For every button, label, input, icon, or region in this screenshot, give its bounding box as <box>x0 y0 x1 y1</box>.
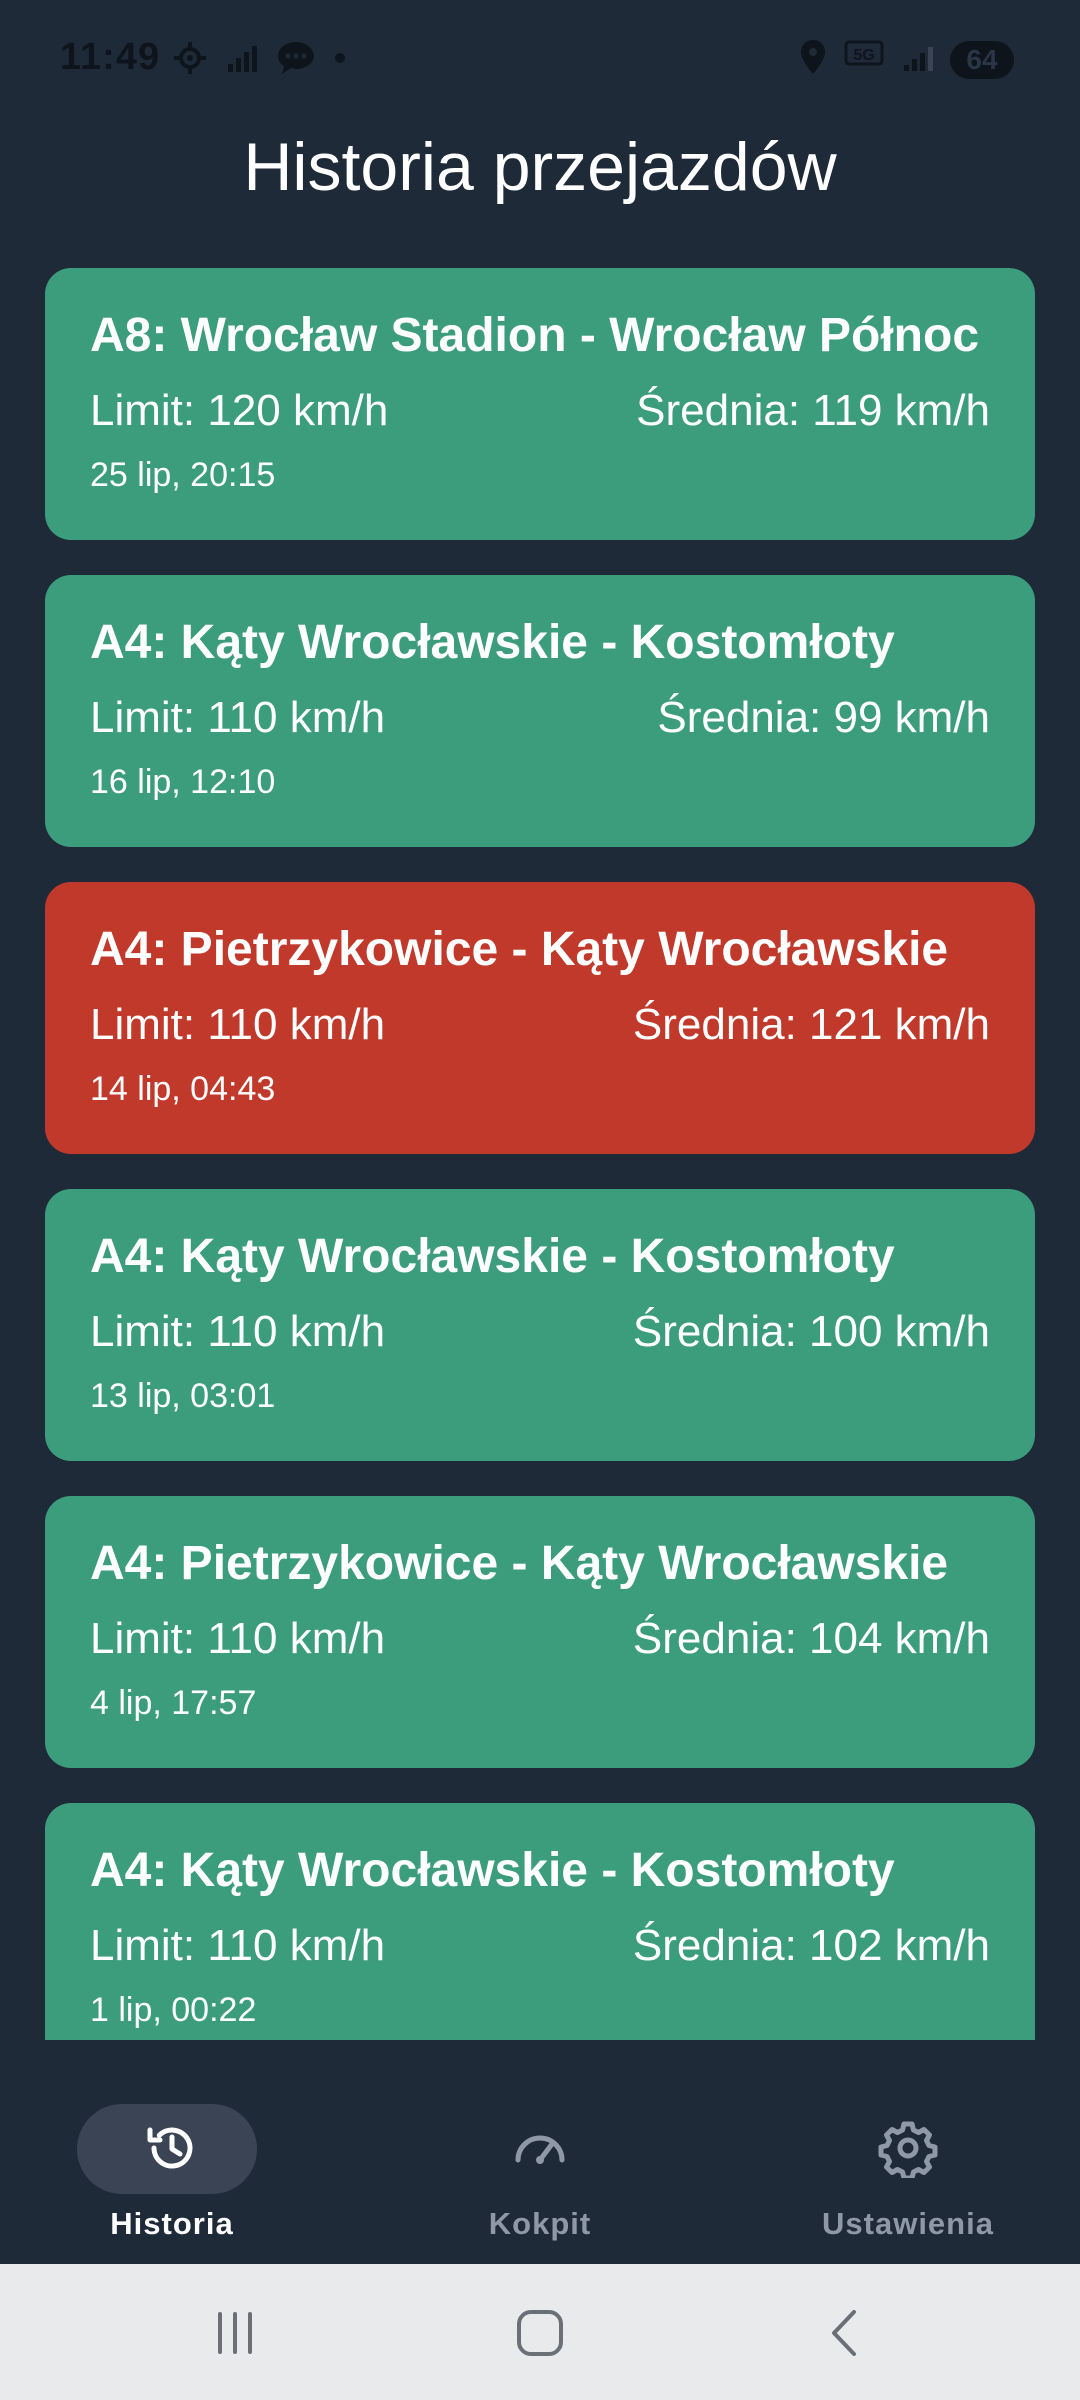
nav-label-kokpit: Kokpit <box>488 2206 592 2241</box>
page-title: Historia przejazdów <box>243 129 837 205</box>
home-icon[interactable] <box>515 2308 565 2363</box>
trip-average: Średnia: 119 km/h <box>636 386 990 435</box>
status-left-icons <box>172 40 348 81</box>
battery-icon: 64 <box>950 40 1014 79</box>
trip-limit: Limit: 110 km/h <box>90 1921 386 1970</box>
trip-title: A4: Kąty Wrocławskie - Kostomłoty <box>90 1844 895 1897</box>
trip-average: Średnia: 102 km/h <box>632 1921 990 1970</box>
location-target-icon <box>172 40 208 81</box>
nav-label-historia: Historia <box>110 2206 234 2241</box>
trip-card[interactable]: A4: Kąty Wrocławskie - Kostomłoty Limit:… <box>45 1803 1035 2040</box>
trip-title: A4: Kąty Wrocławskie - Kostomłoty <box>90 616 895 669</box>
svg-text:5G: 5G <box>853 47 874 64</box>
system-navigation-bar <box>0 2264 1080 2400</box>
trip-limit: Limit: 110 km/h <box>90 1614 386 1663</box>
trip-limit: Limit: 110 km/h <box>90 1307 386 1356</box>
message-bubble-icon <box>276 40 316 81</box>
5g-icon: 5G <box>844 38 884 81</box>
speedometer-icon <box>510 2118 570 2183</box>
signal-icon <box>900 39 934 80</box>
nav-ustawienia[interactable]: Ustawienia <box>778 2070 1038 2241</box>
trip-date: 16 lip, 12:10 <box>90 763 276 801</box>
gear-icon <box>878 2118 938 2183</box>
trip-card[interactable]: A8: Wrocław Stadion - Wrocław Północ Lim… <box>45 268 1035 540</box>
trip-title: A4: Pietrzykowice - Kąty Wrocławskie <box>90 923 949 976</box>
trip-title: A4: Kąty Wrocławskie - Kostomłoty <box>90 1230 895 1283</box>
trip-list[interactable]: A8: Wrocław Stadion - Wrocław Północ Lim… <box>45 268 1035 2040</box>
trip-card[interactable]: A4: Pietrzykowice - Kąty Wrocławskie Lim… <box>45 882 1035 1154</box>
dot-icon <box>332 40 348 81</box>
trip-title: A8: Wrocław Stadion - Wrocław Północ <box>90 309 980 362</box>
battery-level: 64 <box>966 43 998 75</box>
trip-date: 1 lip, 00:22 <box>90 1991 257 2029</box>
trip-date: 25 lip, 20:15 <box>90 456 276 494</box>
status-bar: 11:49 5G 64 <box>0 0 1080 120</box>
trip-limit: Limit: 120 km/h <box>90 386 389 435</box>
bottom-navigation: Historia Kokpit Ustawienia <box>0 2040 1080 2264</box>
location-pin-icon <box>798 38 828 81</box>
back-icon[interactable] <box>820 2308 870 2363</box>
trip-limit: Limit: 110 km/h <box>90 693 386 742</box>
status-right-icons: 5G 64 <box>798 38 1014 81</box>
trip-card[interactable]: A4: Kąty Wrocławskie - Kostomłoty Limit:… <box>45 1189 1035 1461</box>
trip-average: Średnia: 100 km/h <box>632 1307 990 1356</box>
trip-date: 14 lip, 04:43 <box>90 1070 276 1108</box>
recents-icon[interactable] <box>210 2308 260 2363</box>
trip-average: Średnia: 104 km/h <box>632 1614 990 1663</box>
history-icon <box>142 2118 202 2183</box>
trip-card[interactable]: A4: Kąty Wrocławskie - Kostomłoty Limit:… <box>45 575 1035 847</box>
trip-card[interactable]: A4: Pietrzykowice - Kąty Wrocławskie Lim… <box>45 1496 1035 1768</box>
trip-average: Średnia: 121 km/h <box>632 1000 990 1049</box>
nav-kokpit[interactable]: Kokpit <box>410 2070 670 2241</box>
no-signal-icon <box>224 40 260 81</box>
trip-limit: Limit: 110 km/h <box>90 1000 386 1049</box>
nav-historia[interactable]: Historia <box>42 2070 302 2241</box>
nav-label-ustawienia: Ustawienia <box>822 2206 994 2241</box>
trip-date: 4 lip, 17:57 <box>90 1684 257 1722</box>
trip-title: A4: Pietrzykowice - Kąty Wrocławskie <box>90 1537 949 1590</box>
trip-average: Średnia: 99 km/h <box>657 693 990 742</box>
trip-date: 13 lip, 03:01 <box>90 1377 276 1415</box>
status-time: 11:49 <box>60 36 161 78</box>
